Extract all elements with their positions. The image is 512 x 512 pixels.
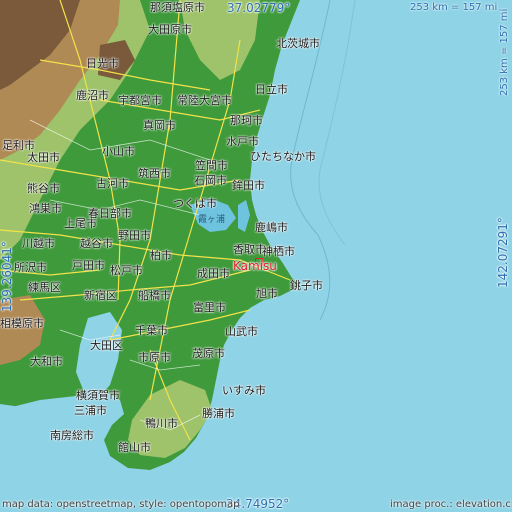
right-longitude-label: 142.07291° [496,217,510,288]
city-label: 南房総市 [50,429,94,442]
city-label: 越谷市 [80,237,113,250]
city-label: 太田市 [27,151,60,164]
city-label: 水戸市 [226,135,259,148]
city-label: 勝浦市 [202,407,235,420]
city-label: 那須塩原市 [150,1,205,14]
city-label: 春日部市 [88,207,132,220]
horizontal-scale-label: 253 km = 157 mi [410,2,498,13]
city-label: 笠間市 [195,159,228,172]
city-label: 鉾田市 [232,179,265,192]
city-label: ひたちなか市 [250,150,316,163]
city-label: 那珂市 [230,114,263,127]
city-label: 足利市 [2,139,35,152]
city-label: つくば市 [173,197,217,210]
city-label: 千葉市 [135,324,168,337]
city-label: いすみ市 [222,384,266,397]
city-label: 宇都宮市 [118,94,162,107]
city-label: 小山市 [102,145,135,158]
city-label: 北茨城市 [276,37,320,50]
city-label: 鹿嶋市 [255,221,288,234]
city-label: 練馬区 [28,281,61,294]
city-label: 新宿区 [84,289,117,302]
lake-label: 霞ヶ浦 [198,215,226,225]
city-label: 所沢市 [14,261,47,274]
city-label: 神栖市 [262,245,295,258]
map-credit: map data: openstreetmap, style: opentopo… [2,499,240,510]
city-label: 松戸市 [110,264,143,277]
city-label: 熊谷市 [27,182,60,195]
topographic-map[interactable]: 那須塩原市 大田原市 北茨城市 日光市 日立市 鹿沼市 宇都宮市 常陸大宮市 那… [0,0,512,512]
city-label: 鹿沼市 [76,89,109,102]
top-latitude-label: 37.02779° [227,1,291,15]
city-label: 富里市 [193,301,226,314]
city-label: 横須賀市 [76,389,120,402]
city-label: 真岡市 [143,119,176,132]
city-label: 銚子市 [290,279,323,292]
city-label: 相模原市 [0,317,44,330]
city-label: 川越市 [22,237,55,250]
location-label: Kamisu [233,259,277,273]
city-label: 大和市 [30,355,63,368]
city-label: 石岡市 [194,174,227,187]
vertical-scale-label: 253 km = 157 mi [499,8,510,96]
left-longitude-label: 139.26041° [0,241,14,312]
city-label: 野田市 [118,229,151,242]
city-label: 旭市 [256,287,278,300]
city-label: 常陸大宮市 [177,94,232,107]
city-label: 船橋市 [138,289,171,302]
city-label: 市原市 [138,351,171,364]
city-label: 柏市 [150,249,172,262]
city-label: 大田原市 [148,23,192,36]
city-label: 茂原市 [192,347,225,360]
city-label: 日立市 [255,83,288,96]
city-label: 大田区 [90,339,123,352]
city-label: 古河市 [96,177,129,190]
city-label: 山武市 [225,325,258,338]
city-label: 三浦市 [74,404,107,417]
city-label: 鴨川市 [145,417,178,430]
city-label: 戸田市 [72,259,105,272]
processing-credit: image proc.: elevation.city [390,499,512,510]
city-label: 館山市 [118,441,151,454]
city-label: 鴻巣市 [29,202,62,215]
city-label: 成田市 [197,267,230,280]
city-label: 日光市 [86,57,119,70]
city-label: 筑西市 [138,167,171,180]
